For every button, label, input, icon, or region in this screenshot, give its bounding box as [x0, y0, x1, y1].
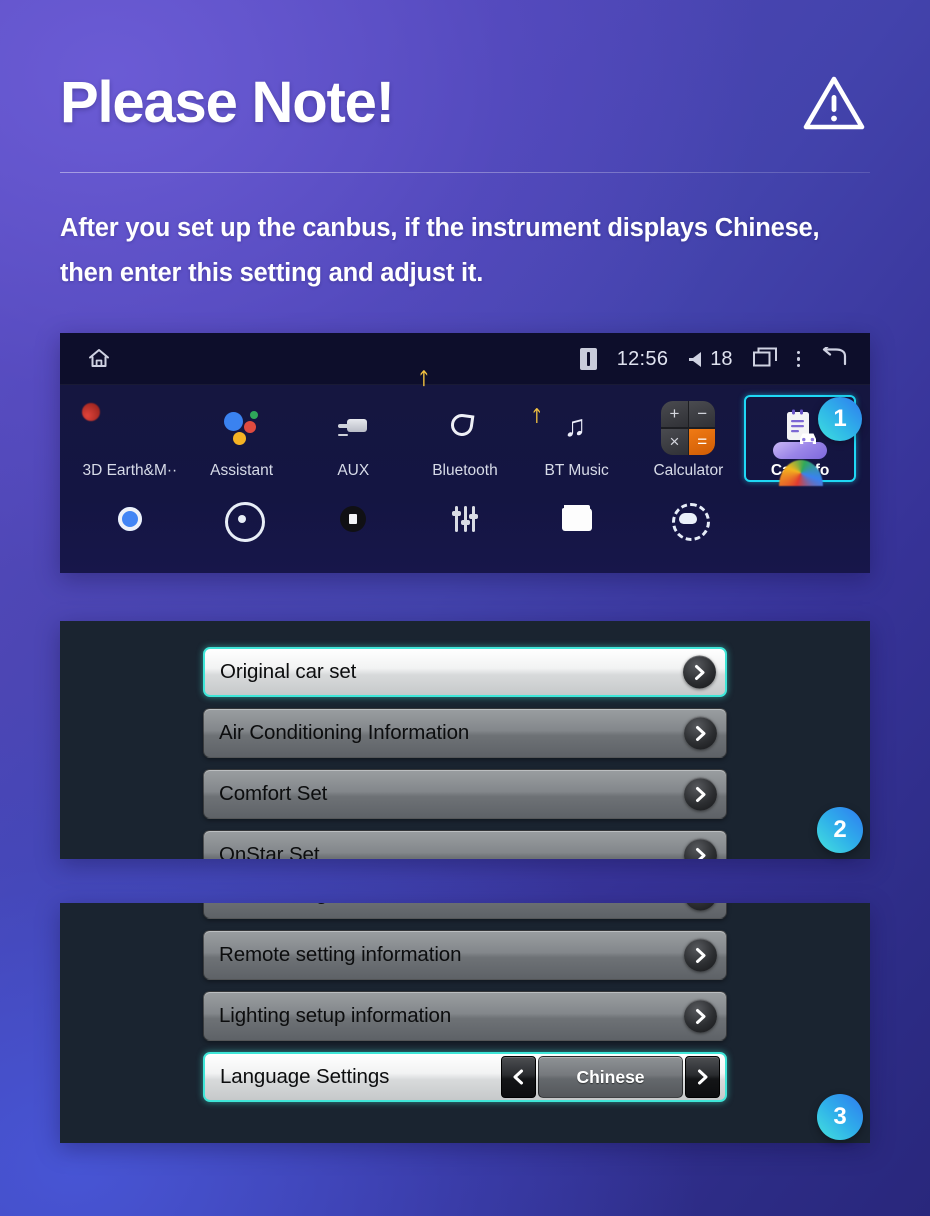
home-icon[interactable]	[86, 345, 112, 376]
step-badge-1: 1	[818, 397, 862, 441]
overflow-menu-icon[interactable]	[796, 350, 800, 368]
page-title: Please Note!	[60, 70, 395, 135]
page-root: Please Note! After you set up the canbus…	[0, 0, 930, 1216]
row-remote-setting-information[interactable]: Remote setting information	[203, 930, 727, 980]
app-steering-wheel[interactable]	[186, 488, 298, 546]
equalizer-icon	[438, 492, 492, 546]
instruction-line-2: then enter this setting and adjust it.	[60, 259, 484, 287]
app-aux[interactable]: AUX	[297, 395, 409, 482]
bt-music-icon: ♫ ᛏ	[532, 408, 587, 443]
row-label: Lighting setup information	[219, 1004, 452, 1027]
car-info-settings-screenshot-a: Original car set Air Conditioning Inform…	[60, 621, 870, 859]
app-label: 3D Earth&M··	[82, 462, 178, 479]
calculator-icon: + − × =	[661, 401, 716, 455]
language-value[interactable]: Chinese	[538, 1056, 683, 1098]
step-badge-2: 2	[817, 807, 863, 853]
car-info-settings-screenshot-b: Lock setting information Remote setting …	[60, 903, 870, 1143]
settings-list-a: Original car set Air Conditioning Inform…	[60, 621, 870, 859]
app-bluetooth[interactable]: ᛏ Bluetooth	[409, 370, 521, 482]
app-dashcam[interactable]	[297, 488, 409, 546]
dashcam-icon	[326, 492, 380, 546]
earth-icon	[103, 401, 157, 455]
chevron-right-icon[interactable]	[684, 838, 717, 859]
row-label: OnStar Set	[219, 843, 320, 859]
app-chrome[interactable]	[74, 488, 186, 546]
chevron-right-icon[interactable]	[683, 655, 716, 689]
app-label: Calculator	[653, 462, 724, 479]
volume-icon	[689, 351, 702, 367]
app-equalizer[interactable]	[409, 488, 521, 546]
gallery-icon	[773, 492, 827, 546]
steering-wheel-icon	[215, 492, 269, 546]
chevron-right-icon[interactable]	[684, 777, 717, 811]
row-label: Remote setting information	[219, 943, 462, 966]
app-calculator[interactable]: + − × = Calculator	[633, 395, 745, 482]
chevron-right-icon[interactable]	[684, 903, 717, 911]
row-onstar-set[interactable]: OnStar Set	[203, 830, 727, 859]
row-air-conditioning-information[interactable]: Air Conditioning Information	[203, 708, 727, 758]
app-label: AUX	[337, 462, 370, 479]
app-3d-earth[interactable]: 3D Earth&M··	[74, 395, 186, 482]
calc-key-minus: −	[689, 401, 716, 428]
row-label: Original car set	[220, 660, 357, 683]
chevron-left-icon[interactable]	[501, 1056, 536, 1098]
step-badge-3: 3	[817, 1094, 863, 1140]
status-clock: 12:56	[616, 347, 669, 370]
app-label: Bluetooth	[432, 462, 498, 479]
app-cloud-sync[interactable]	[633, 488, 745, 546]
app-file-manager[interactable]	[521, 488, 633, 546]
calc-key-plus: +	[661, 401, 688, 428]
app-assistant[interactable]: Assistant	[186, 395, 298, 482]
recents-icon[interactable]	[752, 347, 777, 372]
calc-key-times: ×	[661, 428, 688, 455]
chrome-icon	[103, 492, 157, 546]
row-label: Lock setting information	[204, 903, 433, 906]
instruction-line-1: After you set up the canbus, if the inst…	[60, 214, 820, 242]
warning-triangle-icon	[802, 74, 866, 132]
row-original-car-set[interactable]: Original car set	[203, 647, 727, 697]
app-grid: 3D Earth&M·· Assistant AUX ᛏ Bluetooth ♫…	[60, 370, 870, 573]
row-label: Comfort Set	[219, 782, 328, 805]
app-row-2	[74, 488, 856, 546]
calc-key-equals: =	[689, 428, 716, 455]
app-label: Assistant	[210, 462, 273, 479]
row-language-settings[interactable]: Language Settings Chinese	[203, 1052, 727, 1102]
settings-list-b: Lock setting information Remote setting …	[60, 903, 870, 1102]
bluetooth-phone-icon: ᛏ	[419, 370, 492, 455]
language-stepper: Chinese	[501, 1056, 720, 1098]
cloud-sync-icon	[661, 492, 715, 546]
chevron-right-icon[interactable]	[685, 1056, 720, 1098]
row-comfort-set[interactable]: Comfort Set	[203, 769, 727, 819]
launcher-screenshot: 12:56 18 3D Earth&M·· Assistant AUX ᛏ Bl…	[60, 333, 870, 573]
app-gallery[interactable]	[744, 488, 856, 546]
chevron-right-icon[interactable]	[684, 999, 717, 1033]
header-divider	[60, 172, 870, 173]
app-label: BT Music	[544, 462, 609, 479]
assistant-icon	[215, 401, 269, 455]
aux-icon	[326, 401, 380, 455]
status-bar: 12:56 18	[60, 333, 870, 385]
row-label: Air Conditioning Information	[219, 721, 470, 744]
instruction-text: After you set up the canbus, if the inst…	[60, 206, 890, 296]
app-row-1: 3D Earth&M·· Assistant AUX ᛏ Bluetooth ♫…	[74, 370, 857, 482]
chevron-right-icon[interactable]	[684, 938, 717, 972]
page-header: Please Note!	[60, 48, 870, 158]
volume-level: 18	[710, 347, 733, 370]
chevron-right-icon[interactable]	[684, 716, 717, 750]
warning-badge-icon	[579, 348, 597, 370]
app-bt-music[interactable]: ♫ ᛏ BT Music	[521, 395, 633, 482]
status-bar-right: 12:56 18	[579, 333, 848, 385]
volume-indicator[interactable]: 18	[688, 347, 733, 371]
row-lock-setting-information[interactable]: Lock setting information	[203, 903, 727, 919]
file-manager-icon	[550, 492, 604, 546]
row-label: Language Settings	[220, 1065, 390, 1088]
row-lighting-setup-information[interactable]: Lighting setup information	[203, 991, 727, 1041]
back-arrow-icon[interactable]	[820, 342, 848, 372]
